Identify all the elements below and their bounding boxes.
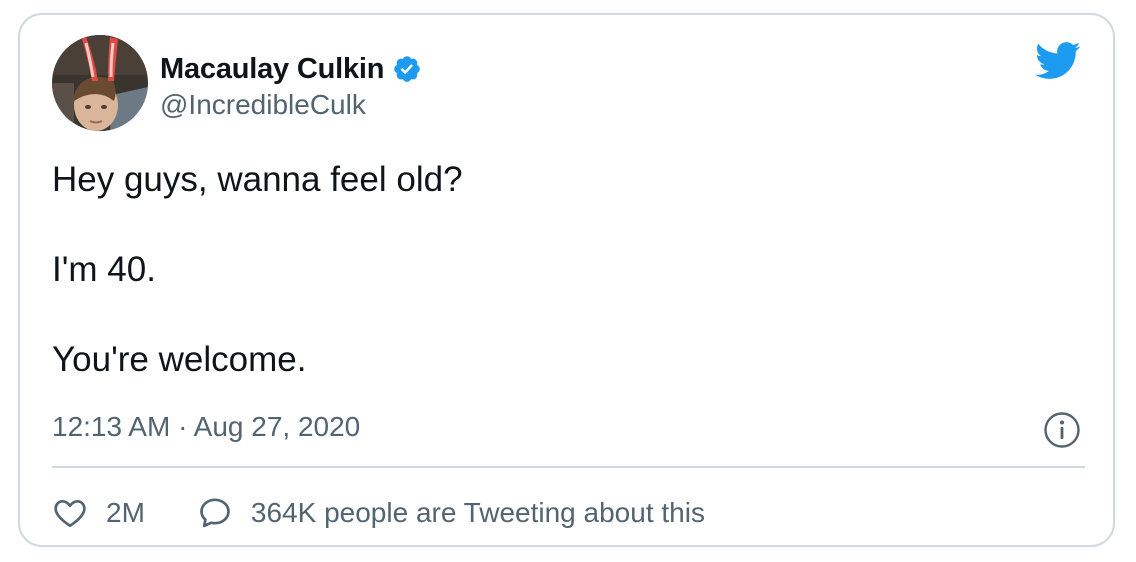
author-handle[interactable]: @IncredibleCulk — [160, 89, 366, 121]
tweet-line — [52, 292, 1052, 337]
tweet-text: Hey guys, wanna feel old? I'm 40. You're… — [52, 157, 1052, 382]
heart-icon — [54, 499, 86, 528]
speech-bubble-icon — [200, 498, 230, 528]
like-button[interactable]: 2M — [52, 495, 145, 531]
verified-badge-icon — [392, 54, 422, 84]
tweet-line: Hey guys, wanna feel old? — [52, 160, 463, 199]
display-name[interactable]: Macaulay Culkin — [160, 53, 384, 86]
divider — [52, 466, 1085, 468]
conversation-text: 364K people are Tweeting about this — [250, 497, 705, 528]
info-icon[interactable] — [1043, 411, 1081, 449]
avatar[interactable] — [52, 35, 148, 131]
conversation-button[interactable]: 364K people are Tweeting about this — [197, 495, 705, 531]
tweet-timestamp[interactable]: 12:13 AM · Aug 27, 2020 — [52, 411, 360, 443]
tweet-line — [52, 202, 1052, 247]
author-name-row[interactable]: Macaulay Culkin — [160, 49, 422, 89]
tweet-line: I'm 40. — [52, 250, 156, 289]
tweet-line: You're welcome. — [52, 340, 307, 379]
tweet-actions: 2M 364K people are Tweeting about this — [52, 493, 705, 533]
like-count: 2M — [106, 497, 145, 528]
tweet-card: Macaulay Culkin @IncredibleCulk Hey guys… — [18, 13, 1115, 547]
twitter-bird-icon[interactable] — [1033, 37, 1083, 83]
